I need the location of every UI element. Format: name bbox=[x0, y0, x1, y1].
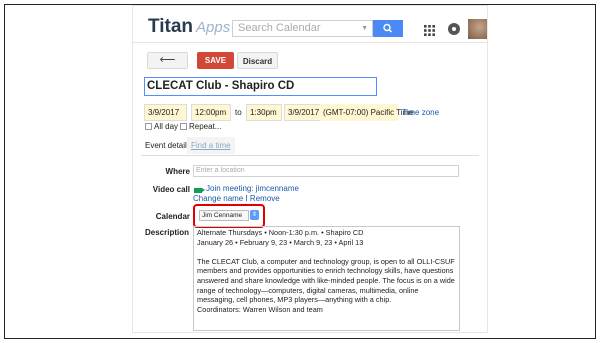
description-line: The CLECAT Club, a computer and technolo… bbox=[197, 256, 455, 305]
end-time-input[interactable]: 1:30pm bbox=[246, 104, 282, 121]
end-date-input[interactable]: 3/9/2017 bbox=[284, 104, 324, 121]
description-line: January 26 • February 9, 23 • March 9, 2… bbox=[197, 237, 364, 247]
description-label: Description bbox=[144, 228, 189, 237]
apps-grid-icon[interactable] bbox=[424, 25, 435, 36]
discard-button[interactable]: Discard bbox=[237, 52, 278, 69]
repeat-label: Repeat... bbox=[189, 122, 222, 131]
allday-checkbox[interactable] bbox=[145, 123, 152, 130]
change-remove-links[interactable]: Change name I Remove bbox=[193, 193, 280, 204]
description-line bbox=[197, 247, 456, 257]
search-placeholder: Search Calendar bbox=[238, 22, 321, 34]
allday-label: All day bbox=[154, 122, 179, 131]
tab-find-a-time[interactable]: Find a time bbox=[187, 137, 235, 154]
select-arrows-icon[interactable]: ⇕ bbox=[250, 210, 259, 220]
start-time-input[interactable]: 12:00pm bbox=[191, 104, 231, 121]
save-button[interactable]: SAVE bbox=[197, 52, 234, 69]
search-button[interactable] bbox=[373, 20, 403, 37]
notifications-icon[interactable] bbox=[448, 23, 460, 35]
tabs-divider bbox=[141, 155, 479, 156]
search-dropdown-icon[interactable]: ▼ bbox=[361, 21, 368, 36]
timezone-link[interactable]: Time zone bbox=[402, 104, 439, 121]
description-line: Coordinators: Warren Wilson and team bbox=[197, 304, 323, 314]
event-title-input[interactable]: CLECAT Club - Shapiro CD bbox=[144, 77, 377, 96]
app-logo[interactable]: Titan Apps bbox=[148, 17, 230, 38]
where-input[interactable]: Enter a location bbox=[193, 165, 459, 177]
header-divider bbox=[133, 42, 487, 43]
calendar-label: Calendar bbox=[155, 212, 190, 221]
calendar-select[interactable]: Jim Cenname bbox=[199, 210, 249, 221]
avatar[interactable] bbox=[468, 19, 487, 39]
repeat-checkbox[interactable] bbox=[180, 123, 187, 130]
to-label: to bbox=[235, 108, 242, 117]
search-input[interactable]: Search Calendar ▼ bbox=[232, 20, 373, 37]
back-button[interactable]: ⟵ bbox=[147, 52, 188, 69]
timezone-display: (GMT-07:00) Pacific Time bbox=[320, 104, 414, 121]
description-textarea[interactable]: Alternate Thursdays • Noon-1:30 p.m. • S… bbox=[193, 226, 460, 331]
logo-sub-text: Apps bbox=[196, 19, 231, 36]
description-line: Alternate Thursdays • Noon-1:30 p.m. • S… bbox=[197, 228, 364, 237]
video-call-label: Video call bbox=[152, 185, 190, 194]
where-label: Where bbox=[165, 167, 190, 176]
calendar-edit-window: Titan Apps Search Calendar ▼ ⟵ SAVE Disca… bbox=[133, 6, 487, 332]
search-icon bbox=[383, 23, 393, 33]
start-date-input[interactable]: 3/9/2017 bbox=[144, 104, 187, 121]
logo-main-text: Titan bbox=[148, 16, 194, 37]
